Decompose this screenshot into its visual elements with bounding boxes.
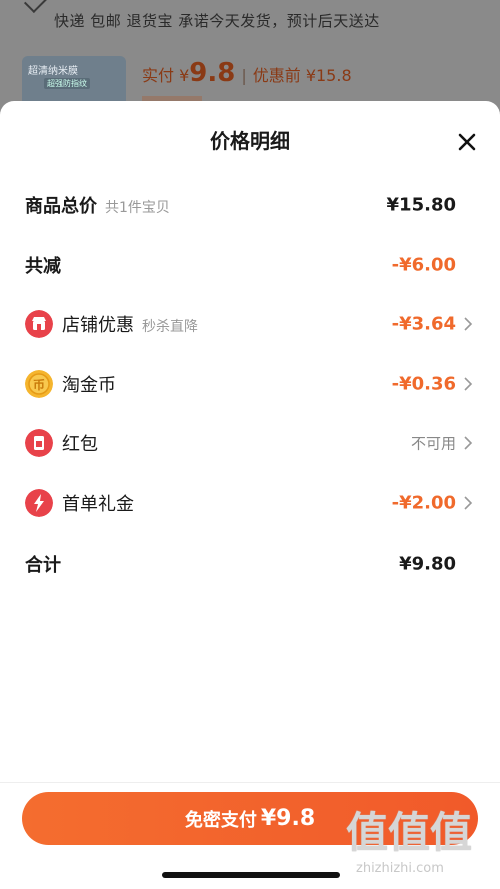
thumb-tag: 超强防指纹	[44, 78, 90, 89]
pay-button-amount: ¥9.8	[260, 806, 316, 831]
row-label: 共减	[25, 256, 61, 277]
row-label: 合计	[25, 555, 61, 576]
lightning-icon	[25, 489, 53, 517]
row-value: ¥15.80	[386, 194, 456, 216]
row-label: 淘金币	[62, 375, 116, 396]
watermark-logo: 值值值	[346, 808, 473, 857]
row-first-order-gift[interactable]: 首单礼金 -¥2.00	[0, 483, 500, 523]
back-arrow-icon	[23, 0, 49, 14]
paid-value: 9.8	[189, 58, 236, 88]
background-price: 实付 ¥9.8 | 优惠前 ¥15.8	[142, 58, 352, 88]
price-detail-sheet: 价格明细 商品总价 共1件宝贝 ¥15.80 共减 -¥6.00 店铺优惠 秒杀直降…	[0, 101, 500, 889]
row-sublabel: 秒杀直降	[142, 319, 198, 335]
row-label: 商品总价 共1件宝贝	[25, 196, 170, 217]
pay-button-label: 免密支付	[184, 809, 257, 831]
shipping-info: 快递 包邮 退货宝 承诺今天发货，预计后天送达	[54, 12, 380, 30]
row-label: 红包	[62, 434, 98, 455]
row-red-packet[interactable]: 红包 不可用	[0, 423, 500, 463]
watermark-url: zhizhizhi.com	[356, 861, 444, 876]
svg-text:币: 币	[33, 378, 45, 392]
sheet-title: 价格明细	[210, 129, 290, 153]
chevron-right-icon	[464, 377, 473, 391]
row-value: -¥0.36	[391, 373, 456, 395]
close-icon[interactable]	[456, 131, 478, 153]
shop-icon	[25, 310, 53, 338]
row-gold-coin[interactable]: 币 淘金币 -¥0.36	[0, 364, 500, 404]
red-packet-icon	[25, 429, 53, 457]
row-total-discount: 共减 -¥6.00	[0, 245, 500, 285]
footer-divider	[0, 782, 500, 783]
row-sublabel: 共1件宝贝	[105, 200, 170, 216]
chevron-right-icon	[464, 436, 473, 450]
home-indicator[interactable]	[162, 872, 340, 878]
row-value: 不可用	[410, 434, 456, 453]
thumb-title: 超清纳米膜	[28, 66, 78, 77]
row-value: -¥2.00	[391, 492, 456, 514]
paid-label: 实付 ¥	[142, 66, 190, 85]
gold-coin-icon: 币	[25, 370, 53, 398]
row-shop-discount[interactable]: 店铺优惠 秒杀直降 -¥3.64	[0, 304, 500, 344]
row-goods-total: 商品总价 共1件宝贝 ¥15.80	[0, 185, 500, 225]
row-value: -¥6.00	[391, 254, 456, 276]
chevron-right-icon	[464, 317, 473, 331]
watermark: 值值值 zhizhizhi.com	[346, 799, 496, 883]
product-thumbnail: 超清纳米膜 超强防指纹	[22, 56, 126, 106]
row-value: -¥3.64	[391, 313, 456, 335]
original-price: 优惠前 ¥15.8	[252, 66, 352, 85]
row-label: 首单礼金	[62, 494, 134, 515]
chevron-right-icon	[464, 496, 473, 510]
row-value: ¥9.80	[399, 553, 456, 575]
row-grand-total: 合计 ¥9.80	[0, 544, 500, 584]
row-label: 店铺优惠 秒杀直降	[62, 315, 198, 336]
